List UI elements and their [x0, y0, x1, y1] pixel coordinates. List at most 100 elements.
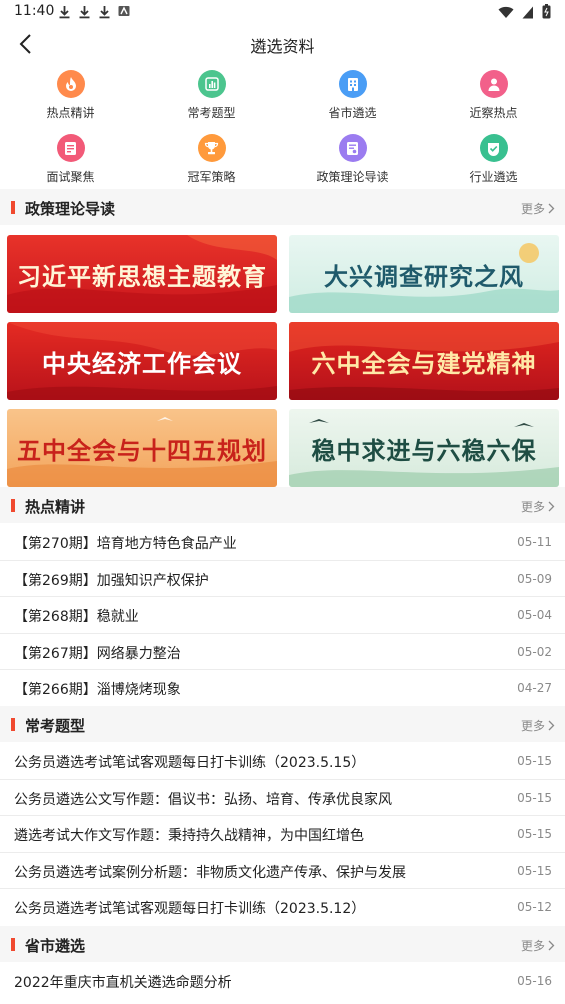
topic-banner[interactable]: 中央经济工作会议 — [7, 322, 277, 400]
more-label: 更多 — [520, 939, 545, 953]
category-label: 常考题型 — [187, 106, 236, 120]
item-title: 公务员遴选考试案例分析题：非物质文化遗产传承、保护与发展 — [14, 864, 406, 881]
item-title: 【第270期】培育地方特色食品产业 — [14, 536, 237, 552]
download-icon — [78, 5, 91, 19]
list-item[interactable]: 【第269期】加强知识产权保护 05-09 — [0, 561, 565, 597]
section-header-common: 常考题型 更多 — [0, 706, 565, 742]
section-accent-bar — [11, 938, 15, 951]
item-date: 05-16 — [517, 974, 552, 988]
item-title: 【第266期】淄博烧烤现象 — [14, 682, 181, 698]
item-title: 【第268期】稳就业 — [14, 609, 139, 625]
item-title: 【第269期】加强知识产权保护 — [14, 572, 209, 589]
topic-banner[interactable]: 习近平新思想主题教育 — [7, 235, 277, 313]
flame-icon — [56, 70, 85, 98]
banner-title: 中央经济工作会议 — [42, 348, 242, 378]
banner-title: 习近平新思想主题教育 — [17, 261, 267, 291]
badge-check-icon — [479, 134, 508, 162]
item-title: 公务员遴选公文写作题：倡议书：弘扬、培育、传承优良家风 — [14, 791, 392, 808]
category-grid: 热点精讲 常考题型 省市遴选 近察热点 面试聚焦 冠军策略 政策理论导读 行业遴… — [0, 70, 565, 184]
section-header-hot: 热点精讲 更多 — [0, 487, 565, 523]
more-link[interactable]: 更多 — [521, 717, 555, 734]
list-item[interactable]: 公务员遴选公文写作题：倡议书：弘扬、培育、传承优良家风 05-15 — [0, 780, 565, 816]
wifi-icon — [498, 4, 514, 23]
banner-title: 五中全会与十四五规划 — [17, 435, 267, 465]
item-date: 05-04 — [517, 608, 552, 622]
category-industry-selection[interactable]: 行业遴选 — [423, 134, 564, 184]
category-common-types[interactable]: 常考题型 — [141, 70, 282, 120]
banner-title: 稳中求进与六稳六保 — [311, 435, 537, 465]
list-item[interactable]: 遴选考试大作文写作题：秉持持久战精神，为中国红增色 05-15 — [0, 816, 565, 853]
topic-banners: 习近平新思想主题教育 大兴调查研究之风 中央经济工作会议 六中全会与建党精神 五… — [0, 229, 565, 489]
list-item[interactable]: 【第270期】培育地方特色食品产业 05-11 — [0, 524, 565, 561]
item-date: 05-11 — [517, 535, 552, 549]
item-title: 公务员遴选考试笔试客观题每日打卡训练（2023.5.12） — [14, 901, 366, 917]
item-date: 05-09 — [517, 571, 552, 586]
category-policy-reading[interactable]: 政策理论导读 — [282, 134, 423, 184]
book-icon — [338, 134, 367, 162]
category-champion-strategy[interactable]: 冠军策略 — [141, 134, 282, 184]
item-date: 05-15 — [517, 790, 552, 805]
banner-title: 六中全会与建党精神 — [311, 348, 537, 378]
app-notification-icon — [118, 5, 131, 19]
list-item[interactable]: 2022年重庆市直机关遴选命题分析 05-16 — [0, 963, 565, 1000]
topic-banner[interactable]: 稳中求进与六稳六保 — [289, 409, 559, 487]
list-item[interactable]: 【第268期】稳就业 05-04 — [0, 597, 565, 634]
chevron-right-icon — [548, 501, 555, 512]
chart-icon — [197, 70, 226, 98]
item-date: 05-15 — [517, 754, 552, 768]
item-title: 遴选考试大作文写作题：秉持持久战精神，为中国红增色 — [14, 828, 364, 844]
item-date: 05-15 — [517, 827, 552, 841]
list-item[interactable]: 公务员遴选考试案例分析题：非物质文化遗产传承、保护与发展 05-15 — [0, 853, 565, 889]
item-title: 公务员遴选考试笔试客观题每日打卡训练（2023.5.15） — [14, 755, 366, 771]
hot-list: 【第270期】培育地方特色食品产业 05-11 【第269期】加强知识产权保护 05… — [0, 524, 565, 707]
app-bar: 遴选资料 — [0, 26, 565, 62]
signal-icon — [522, 4, 534, 23]
item-date: 05-15 — [517, 863, 552, 878]
more-link[interactable]: 更多 — [521, 937, 555, 954]
section-accent-bar — [11, 718, 15, 731]
banner-title: 大兴调查研究之风 — [324, 261, 524, 291]
list-item[interactable]: 【第267期】网络暴力整治 05-02 — [0, 634, 565, 670]
category-label: 近察热点 — [469, 106, 518, 120]
category-hot-lecture[interactable]: 热点精讲 — [0, 70, 141, 120]
section-header-province: 省市遴选 更多 — [0, 926, 565, 962]
more-link[interactable]: 更多 — [521, 200, 555, 217]
item-date: 05-02 — [517, 644, 552, 659]
more-label: 更多 — [520, 500, 545, 514]
category-interview-focus[interactable]: 面试聚焦 — [0, 134, 141, 184]
page-title: 遴选资料 — [250, 37, 315, 56]
battery-icon — [542, 4, 551, 23]
item-title: 2022年重庆市直机关遴选命题分析 — [14, 975, 232, 991]
province-list: 2022年重庆市直机关遴选命题分析 05-16 — [0, 963, 565, 1000]
list-item[interactable]: 公务员遴选考试笔试客观题每日打卡训练（2023.5.12） 05-12 — [0, 889, 565, 926]
chevron-right-icon — [548, 203, 555, 214]
item-date: 05-12 — [517, 900, 552, 914]
item-date: 04-27 — [517, 681, 552, 695]
status-time: 11:40 — [14, 3, 55, 19]
document-icon — [56, 134, 85, 162]
list-item[interactable]: 公务员遴选考试笔试客观题每日打卡训练（2023.5.15） 05-15 — [0, 743, 565, 780]
topic-banner[interactable]: 大兴调查研究之风 — [289, 235, 559, 313]
category-label: 政策理论导读 — [316, 170, 389, 184]
section-title: 热点精讲 — [25, 498, 86, 516]
topic-banner[interactable]: 六中全会与建党精神 — [289, 322, 559, 400]
common-list: 公务员遴选考试笔试客观题每日打卡训练（2023.5.15） 05-15 公务员遴选… — [0, 743, 565, 926]
more-label: 更多 — [520, 719, 545, 733]
download-icon — [98, 5, 111, 19]
topic-banner[interactable]: 五中全会与十四五规划 — [7, 409, 277, 487]
category-label: 热点精讲 — [46, 106, 95, 120]
section-title: 政策理论导读 — [25, 200, 116, 218]
building-icon — [338, 70, 367, 98]
list-item[interactable]: 【第266期】淄博烧烤现象 04-27 — [0, 670, 565, 707]
chevron-right-icon — [548, 720, 555, 731]
category-province-selection[interactable]: 省市遴选 — [282, 70, 423, 120]
status-bar: 11:40 — [0, 0, 565, 24]
more-link[interactable]: 更多 — [521, 498, 555, 515]
trophy-icon — [197, 134, 226, 162]
section-title: 省市遴选 — [25, 937, 86, 955]
category-recent-hot[interactable]: 近察热点 — [423, 70, 564, 120]
person-icon — [479, 70, 508, 98]
item-title: 【第267期】网络暴力整治 — [14, 645, 181, 662]
chevron-right-icon — [548, 940, 555, 951]
category-label: 行业遴选 — [469, 170, 518, 184]
